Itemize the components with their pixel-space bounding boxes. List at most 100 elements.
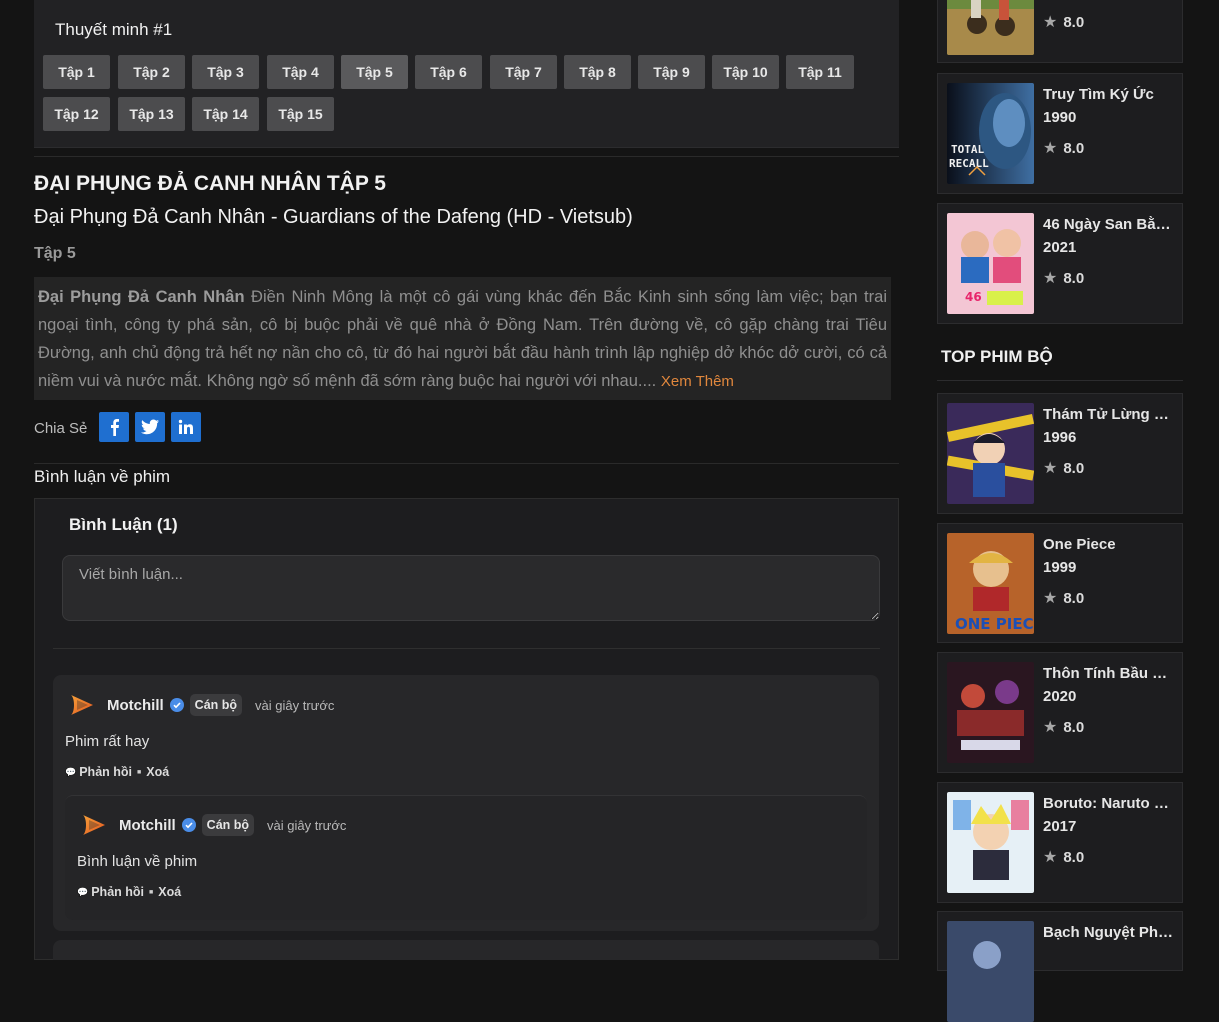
film-poster: TOTAL RECALL <box>947 83 1034 184</box>
sidebar-series-item[interactable]: Thôn Tính Bầu Trời 2020 ★ 8.0 <box>937 652 1183 773</box>
film-rating: ★ 8.0 <box>1043 848 1085 867</box>
episode-button-10[interactable]: Tập 10 <box>712 55 779 89</box>
episode-button-9[interactable]: Tập 9 <box>638 55 705 89</box>
star-icon: ★ <box>1043 849 1058 866</box>
comment-item: Motchill Cán bộ vài giây trước Phim rất … <box>53 675 879 931</box>
divider <box>34 156 899 157</box>
sidebar-series-item[interactable]: ONE PIECE One Piece 1999 ★8.0 <box>937 523 1183 643</box>
server-label: Thuyết minh #1 <box>55 20 173 39</box>
divider <box>937 380 1183 381</box>
sidebar-film-item[interactable]: ★ 8.0 <box>937 0 1183 63</box>
episode-button-7[interactable]: Tập 7 <box>490 55 557 89</box>
motchill-logo-avatar <box>71 695 93 715</box>
separator-dot: ■ <box>137 768 142 776</box>
comment-time: vài giây trước <box>255 697 335 713</box>
reply-button[interactable]: Phản hồi <box>79 765 132 779</box>
film-title: Bạch Nguyệt Phạn Tinh <box>1043 924 1174 941</box>
verified-badge-icon <box>181 818 196 832</box>
twitter-icon <box>141 419 159 435</box>
film-year: 2017 <box>1043 818 1077 835</box>
comment-item <box>53 940 879 960</box>
film-title: 46 Ngày San Bằng Tình Trường <box>1043 216 1174 233</box>
comment-author[interactable]: Motchill <box>107 697 164 714</box>
comment-input[interactable] <box>62 555 880 621</box>
sidebar-film-item[interactable]: TOTAL RECALL Truy Tìm Ký Ức 1990 ★ 8.0 <box>937 73 1183 194</box>
film-title: Boruto: Naruto Thế Hệ Kế Tiếp <box>1043 795 1174 812</box>
svg-text:TOTAL: TOTAL <box>951 143 984 156</box>
page-title: ĐẠI PHỤNG ĐẢ CANH NHÂN TẬP 5 <box>34 172 386 195</box>
episode-panel: Thuyết minh #1 Tập 1 Tập 2 Tập 3 Tập 4 T… <box>34 0 899 148</box>
film-title: Truy Tìm Ký Ức <box>1043 86 1154 103</box>
svg-text:ONE PIECE: ONE PIECE <box>955 615 1034 633</box>
star-icon: ★ <box>1043 270 1058 287</box>
reply-header: Motchill Cán bộ vài giây trước <box>81 812 346 838</box>
description-title: Đại Phụng Đả Canh Nhân <box>38 288 245 306</box>
sidebar-series-item[interactable]: Boruto: Naruto Thế Hệ Kế Tiếp 2017 ★8.0 <box>937 782 1183 903</box>
episode-button-15[interactable]: Tập 15 <box>267 97 334 131</box>
sidebar-film-item[interactable]: 46 46 Ngày San Bằng Tình Trường 2021 ★8.… <box>937 203 1183 324</box>
delete-button[interactable]: Xoá <box>158 885 181 899</box>
episode-button-8[interactable]: Tập 8 <box>564 55 631 89</box>
film-poster <box>947 662 1034 763</box>
comments-heading: Bình luận về phim <box>34 467 171 486</box>
film-year: 1990 <box>1043 109 1077 126</box>
film-poster <box>947 0 1034 55</box>
episode-button-14[interactable]: Tập 14 <box>192 97 259 131</box>
share-twitter-button[interactable] <box>135 412 165 442</box>
film-poster: ONE PIECE <box>947 533 1034 634</box>
role-badge: Cán bộ <box>201 814 255 836</box>
film-year: 1996 <box>1043 429 1077 446</box>
comment-text: Phim rất hay <box>65 733 150 750</box>
episode-button-13[interactable]: Tập 13 <box>118 97 185 131</box>
comment-count-title: Bình Luận (1) <box>69 515 178 534</box>
film-rating: ★ 8.0 <box>1043 269 1085 288</box>
reply-button[interactable]: Phản hồi <box>91 885 144 899</box>
linkedin-icon <box>178 419 193 434</box>
delete-button[interactable]: Xoá <box>146 765 169 779</box>
film-poster: 46 <box>947 213 1034 314</box>
reply-author[interactable]: Motchill <box>119 817 176 834</box>
film-poster <box>947 921 1034 1022</box>
star-icon: ★ <box>1043 14 1058 31</box>
motchill-logo-avatar <box>83 815 105 835</box>
top-series-heading: TOP PHIM BỘ <box>941 347 1053 366</box>
verified-badge-icon <box>169 698 184 712</box>
comment-header: Motchill Cán bộ vài giây trước <box>69 692 334 718</box>
episode-button-12[interactable]: Tập 12 <box>43 97 110 131</box>
share-facebook-button[interactable] <box>99 412 129 442</box>
episode-button-6[interactable]: Tập 6 <box>415 55 482 89</box>
share-linkedin-button[interactable] <box>171 412 201 442</box>
film-year: 1999 <box>1043 559 1077 576</box>
speech-bubble-icon: 💬 <box>77 886 89 897</box>
film-rating: ★ 8.0 <box>1043 459 1085 478</box>
comment-actions: 💬 Phản hồi ■ Xoá <box>65 765 169 779</box>
facebook-icon <box>111 419 119 436</box>
share-label: Chia Sẻ <box>34 420 88 437</box>
sidebar-series-item[interactable]: Bạch Nguyệt Phạn Tinh <box>937 911 1183 1022</box>
film-year: 2021 <box>1043 239 1077 256</box>
divider <box>53 648 880 649</box>
sidebar-series-item[interactable]: Thám Tử Lừng Danh Conan 1996 ★8.0 <box>937 393 1183 514</box>
star-icon: ★ <box>1043 719 1058 736</box>
divider <box>34 463 899 464</box>
read-more-link[interactable]: Xem Thêm <box>661 373 734 390</box>
film-rating: ★ 8.0 <box>1043 13 1085 32</box>
film-year: 2020 <box>1043 688 1077 705</box>
film-rating: ★ 8.0 <box>1043 589 1085 608</box>
episode-button-5[interactable]: Tập 5 <box>341 55 408 89</box>
episode-button-3[interactable]: Tập 3 <box>192 55 259 89</box>
separator-dot: ■ <box>149 888 154 896</box>
main-content: Thuyết minh #1 Tập 1 Tập 2 Tập 3 Tập 4 T… <box>34 0 899 960</box>
film-title: Thôn Tính Bầu Trời <box>1043 665 1174 682</box>
film-rating: ★ 8.0 <box>1043 718 1085 737</box>
episode-button-2[interactable]: Tập 2 <box>118 55 185 89</box>
film-poster <box>947 403 1034 504</box>
movie-description: Đại Phụng Đả Canh Nhân Điền Ninh Mông là… <box>34 277 891 400</box>
episode-button-4[interactable]: Tập 4 <box>267 55 334 89</box>
sidebar: ★ 8.0 TOTAL RECALL Truy Tìm Ký Ức 1990 ★ 8.… <box>937 0 1183 1022</box>
episode-button-11[interactable]: Tập 11 <box>786 55 854 89</box>
comments-section: Bình Luận (1) Motchill Cán bộ vài giây t… <box>34 498 899 960</box>
reply-time: vài giây trước <box>267 817 347 833</box>
episode-button-1[interactable]: Tập 1 <box>43 55 110 89</box>
current-episode-label: Tập 5 <box>34 245 76 262</box>
